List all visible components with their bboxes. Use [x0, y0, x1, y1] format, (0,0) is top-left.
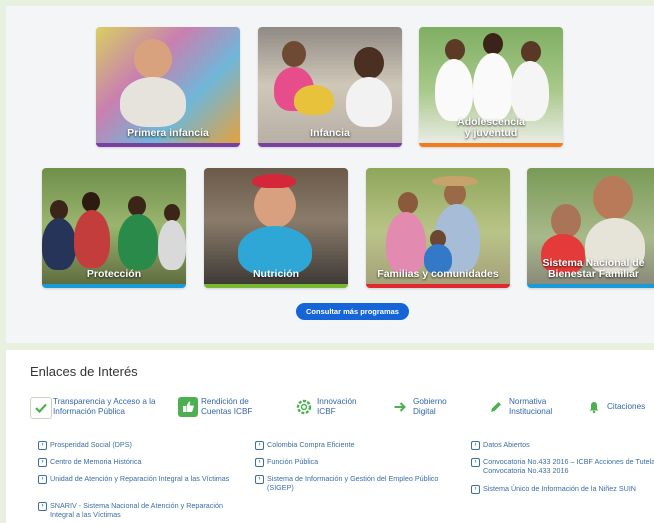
link-label: Prosperidad Social (DPS)	[50, 440, 132, 449]
program-card-primera-infancia[interactable]: Primera infancia	[96, 27, 240, 147]
pencil-icon	[486, 397, 506, 417]
link-label: Datos Abiertos	[483, 440, 530, 449]
quick-link-label: Gobierno Digital	[413, 397, 447, 416]
program-color-bar	[42, 284, 186, 288]
quick-link-rendicion[interactable]: Rendición de Cuentas ICBF	[178, 393, 273, 421]
program-photo	[366, 168, 510, 284]
program-card-infancia[interactable]: Infancia	[258, 27, 402, 147]
quick-link-transparencia[interactable]: Transparencia y Acceso a la Información …	[30, 393, 170, 421]
quick-link-label: Citaciones	[607, 402, 646, 411]
quick-link-citaciones[interactable]: Citaciones	[584, 393, 654, 421]
quick-link-innovacion[interactable]: Innovación ICBF	[294, 393, 374, 421]
program-label: Familias y comunidades	[377, 268, 499, 280]
program-label: Adolescencia y juventud	[457, 116, 525, 139]
link-label: Sistema de Información y Gestión del Emp…	[267, 474, 439, 492]
links-section: Enlaces de Interés Transparencia y Acces…	[6, 350, 654, 523]
program-card-snbf[interactable]: Sistema Nacional de Bienestar Familiar	[527, 168, 654, 288]
more-programs-button[interactable]: Consultar más programas	[296, 303, 409, 320]
program-label: Protección	[86, 268, 142, 280]
chevron-right-icon: ›	[38, 458, 47, 467]
program-color-bar	[96, 143, 240, 147]
program-photo	[258, 27, 402, 143]
program-color-bar	[527, 284, 654, 288]
program-color-bar	[419, 143, 563, 147]
program-card-familias[interactable]: Familias y comunidades	[366, 168, 510, 288]
link-label: Centro de Memoria Histórica	[50, 457, 142, 466]
link-suin[interactable]: › Sistema Único de Información de la Niñ…	[471, 484, 654, 494]
program-photo	[204, 168, 348, 284]
program-label: Infancia	[310, 127, 350, 139]
link-memoria-historica[interactable]: › Centro de Memoria Histórica	[38, 457, 228, 467]
link-sigep[interactable]: › Sistema de Información y Gestión del E…	[255, 474, 460, 492]
link-label: Colombia Compra Eficiente	[267, 440, 355, 449]
program-card-adolescencia[interactable]: Adolescencia y juventud	[419, 27, 563, 147]
chevron-right-icon: ›	[471, 441, 480, 450]
program-color-bar	[258, 143, 402, 147]
link-funcion-publica[interactable]: › Función Pública	[255, 457, 455, 467]
link-datos-abiertos[interactable]: › Datos Abiertos	[471, 440, 654, 450]
programs-section: Primera infancia Infancia Adolescencia y…	[6, 6, 654, 343]
link-label: Sistema Único de Información de la Niñez…	[483, 484, 637, 493]
quick-link-gobierno-digital[interactable]: Gobierno Digital	[390, 393, 460, 421]
link-unidad-victimas[interactable]: › Unidad de Atención y Reparación Integr…	[38, 474, 234, 484]
link-colombia-compra[interactable]: › Colombia Compra Eficiente	[255, 440, 455, 450]
chevron-right-icon: ›	[471, 485, 480, 494]
program-color-bar	[366, 284, 510, 288]
program-label: Primera infancia	[127, 127, 209, 139]
links-title: Enlaces de Interés	[30, 364, 138, 379]
quick-link-normativa[interactable]: Normativa Institucional	[486, 393, 571, 421]
link-label: Convocatoria No.433 2016 – ICBF Acciones…	[483, 458, 654, 475]
link-prosperidad-social[interactable]: › Prosperidad Social (DPS)	[38, 440, 228, 450]
bell-icon	[584, 397, 604, 417]
link-label: SNARIV - Sistema Nacional de Atención y …	[50, 501, 223, 519]
quick-link-label: Transparencia y Acceso a la Información …	[53, 397, 156, 416]
link-snariv[interactable]: › SNARIV - Sistema Nacional de Atención …	[38, 501, 228, 519]
check-icon	[30, 397, 52, 419]
program-color-bar	[204, 284, 348, 288]
link-label: Función Pública	[267, 457, 319, 466]
link-convocatoria-433[interactable]: › Convocatoria No.433 2016 – ICBF Accion…	[471, 458, 654, 475]
program-photo	[96, 27, 240, 143]
program-photo	[42, 168, 186, 284]
quick-link-label: Normativa Institucional	[509, 397, 553, 416]
program-card-nutricion[interactable]: Nutrición	[204, 168, 348, 288]
chevron-right-icon: ›	[255, 475, 264, 484]
quick-link-label: Rendición de Cuentas ICBF	[201, 397, 253, 416]
gear-icon	[294, 397, 314, 417]
chevron-right-icon: ›	[255, 458, 264, 467]
chevron-right-icon: ›	[38, 441, 47, 450]
program-card-proteccion[interactable]: Protección	[42, 168, 186, 288]
chevron-right-icon: ›	[38, 502, 47, 511]
chevron-right-icon: ›	[38, 475, 47, 484]
thumbs-up-icon	[178, 397, 198, 417]
program-label: Sistema Nacional de Bienestar Familiar	[542, 257, 645, 280]
chevron-right-icon: ›	[255, 441, 264, 450]
link-label: Unidad de Atención y Reparación Integral…	[50, 474, 230, 483]
chevron-right-icon: ›	[471, 458, 480, 467]
quick-link-label: Innovación ICBF	[317, 397, 357, 416]
arrow-right-icon	[390, 397, 410, 417]
program-label: Nutrición	[252, 268, 300, 280]
